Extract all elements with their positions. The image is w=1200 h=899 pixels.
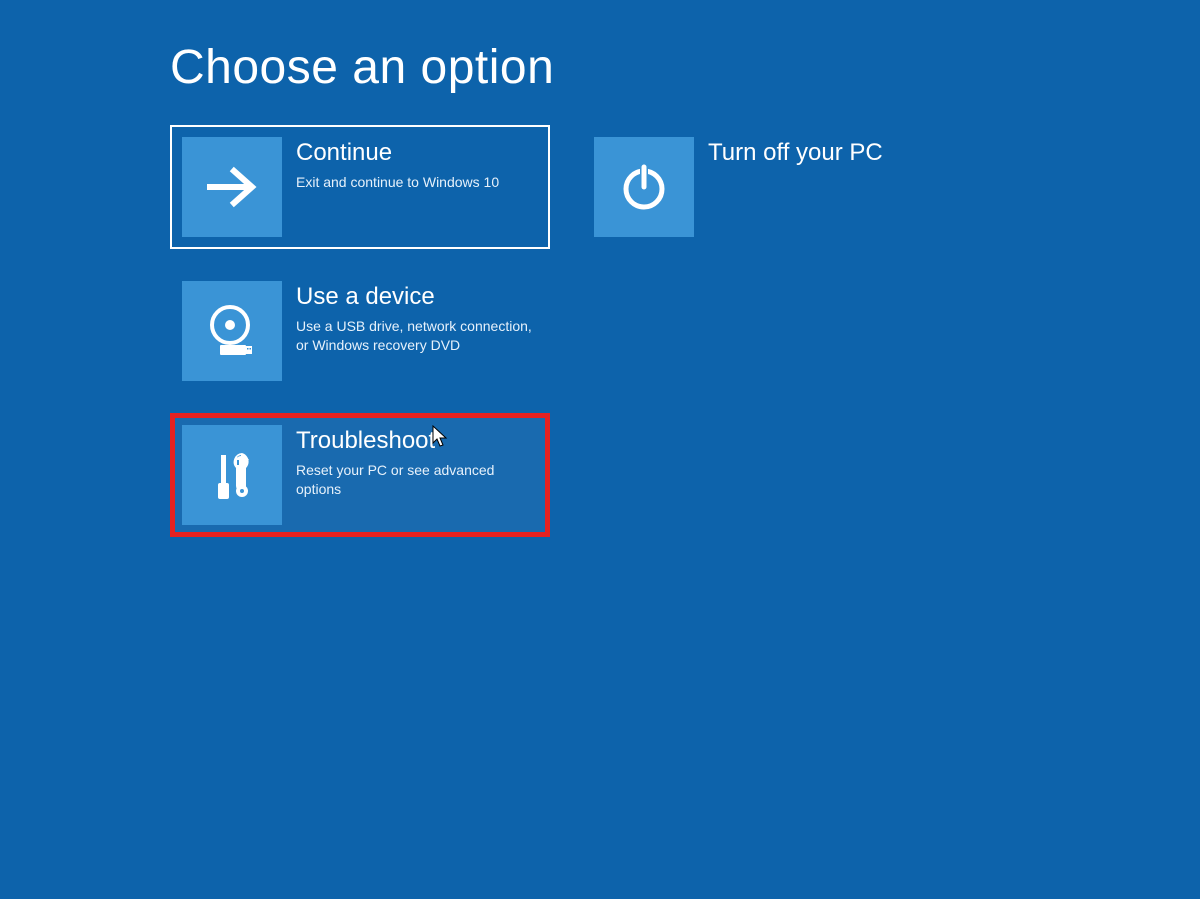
recovery-screen: Choose an option Continue Exit and conti… — [0, 0, 1200, 899]
options-grid: Continue Exit and continue to Windows 10 — [170, 125, 1200, 557]
page-title: Choose an option — [170, 40, 1200, 95]
options-column-left: Continue Exit and continue to Windows 10 — [170, 125, 550, 557]
disc-usb-icon — [182, 281, 282, 381]
power-icon — [594, 137, 694, 237]
option-continue-desc: Exit and continue to Windows 10 — [296, 173, 499, 192]
option-troubleshoot-desc: Reset your PC or see advanced options — [296, 461, 536, 499]
options-column-right: Turn off your PC — [582, 125, 962, 557]
option-use-device-desc: Use a USB drive, network connection, or … — [296, 317, 536, 355]
arrow-right-icon — [182, 137, 282, 237]
option-continue-title: Continue — [296, 139, 499, 167]
option-turn-off[interactable]: Turn off your PC — [582, 125, 962, 249]
option-use-device-text: Use a device Use a USB drive, network co… — [296, 281, 536, 355]
option-use-device-title: Use a device — [296, 283, 536, 311]
option-troubleshoot-text: Troubleshoot Reset your PC or see advanc… — [296, 425, 536, 499]
tools-icon — [182, 425, 282, 525]
option-continue-text: Continue Exit and continue to Windows 10 — [296, 137, 499, 192]
option-turn-off-title: Turn off your PC — [708, 139, 883, 167]
option-turn-off-text: Turn off your PC — [708, 137, 883, 173]
option-continue[interactable]: Continue Exit and continue to Windows 10 — [170, 125, 550, 249]
option-troubleshoot-title: Troubleshoot — [296, 427, 536, 455]
option-use-device[interactable]: Use a device Use a USB drive, network co… — [170, 269, 550, 393]
option-troubleshoot[interactable]: Troubleshoot Reset your PC or see advanc… — [170, 413, 550, 537]
